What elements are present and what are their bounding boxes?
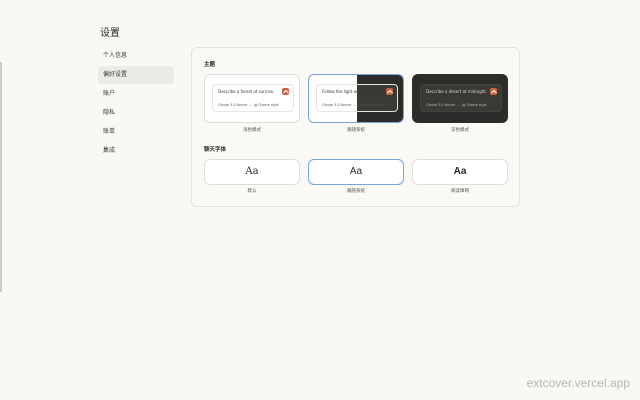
font-card-default[interactable]: Aa xyxy=(204,159,300,185)
preview-prompt: Follow the light wherever it leads. xyxy=(322,89,390,94)
chevron-down-icon: ⌄ xyxy=(457,103,461,107)
sidebar-item-billing[interactable]: 账单 xyxy=(98,123,174,141)
theme-caption-dark: 深色模式 xyxy=(451,128,469,133)
sidebar-item-preferences[interactable]: 偏好设置 xyxy=(98,66,174,84)
theme-section-label: 主题 xyxy=(204,62,216,68)
font-caption-dyslexic: 阅读障碍 xyxy=(451,189,469,194)
font-card-system[interactable]: Aa xyxy=(308,159,404,185)
theme-preview-input: Describe a forest at sunrise. Claude 3.5… xyxy=(212,84,294,112)
page-title: 设置 xyxy=(100,28,120,39)
sidebar-item-profile[interactable]: 个人信息 xyxy=(98,47,174,65)
preview-model: Claude 3.5 Sonnet xyxy=(218,103,248,107)
font-section-label: 聊天字体 xyxy=(204,147,227,153)
theme-card-dark[interactable]: Describe a desert at midnight. Claude 3.… xyxy=(412,74,508,123)
font-sample: Aa xyxy=(349,166,363,177)
font-sample: Aa xyxy=(453,166,467,177)
chevron-down-icon: ⌄ xyxy=(249,103,253,107)
font-card-dyslexic[interactable]: Aa xyxy=(412,159,508,185)
theme-card-light[interactable]: Describe a forest at sunrise. Claude 3.5… xyxy=(204,74,300,123)
style-icon: ▤ xyxy=(358,103,362,107)
theme-caption-light: 浅色模式 xyxy=(243,128,261,133)
preview-prompt: Describe a desert at midnight. xyxy=(426,89,488,94)
sidebar-item-privacy[interactable]: 隐私 xyxy=(98,104,174,122)
style-icon: ▤ xyxy=(462,103,466,107)
preview-extra: Choose style xyxy=(258,103,279,107)
send-arrow-icon xyxy=(490,88,497,95)
theme-preview-input: Follow the light wherever it leads. Clau… xyxy=(316,84,398,112)
theme-caption-auto: 跟随系统 xyxy=(347,128,365,133)
preview-model: Claude 3.5 Sonnet xyxy=(426,103,456,107)
send-arrow-icon xyxy=(282,88,289,95)
watermark-text: extcover.vercel.app xyxy=(526,376,630,390)
window-scrollbar[interactable] xyxy=(0,62,2,292)
preferences-panel: 主题 Describe a forest at sunrise. Claude … xyxy=(191,47,520,207)
font-sample: Aa xyxy=(245,166,259,177)
sidebar-item-account[interactable]: 账户 xyxy=(98,85,174,103)
preview-model-row: Claude 3.5 Sonnet ⌄ ▤ Choose style xyxy=(218,103,279,107)
preview-extra: Choose style xyxy=(466,103,487,107)
sidebar-item-integrations[interactable]: 集成 xyxy=(98,142,174,160)
font-caption-system: 跟随系统 xyxy=(347,189,365,194)
preview-extra: Choose style xyxy=(362,103,383,107)
settings-sidebar: 个人信息 偏好设置 账户 隐私 账单 集成 xyxy=(98,47,174,161)
theme-preview-input: Describe a desert at midnight. Claude 3.… xyxy=(420,84,502,112)
preview-prompt: Describe a forest at sunrise. xyxy=(218,89,275,94)
chevron-down-icon: ⌄ xyxy=(353,103,357,107)
preview-model: Claude 3.5 Sonnet xyxy=(322,103,352,107)
style-icon: ▤ xyxy=(254,103,258,107)
send-arrow-icon xyxy=(386,88,393,95)
preview-model-row: Claude 3.5 Sonnet ⌄ ▤ Choose style xyxy=(426,103,487,107)
preview-model-row: Claude 3.5 Sonnet ⌄ ▤ Choose style xyxy=(322,103,383,107)
font-caption-default: 默认 xyxy=(247,189,257,194)
theme-card-auto[interactable]: Follow the light wherever it leads. Clau… xyxy=(308,74,404,123)
